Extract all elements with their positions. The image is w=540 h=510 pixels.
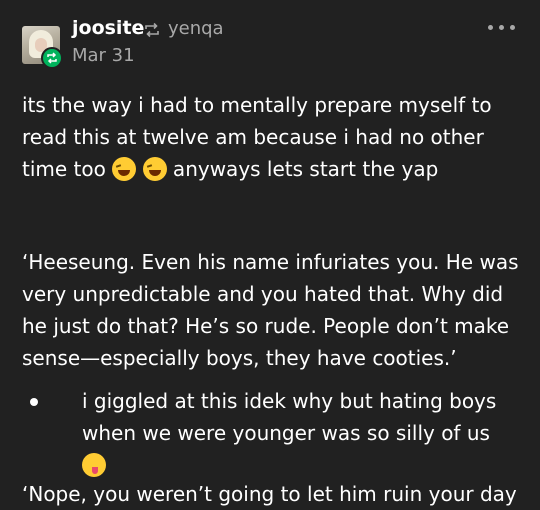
bullet-text-content: i giggled at this idek why but hating bo… (82, 389, 497, 445)
bullet-text: i giggled at this idek why but hating bo… (82, 385, 512, 481)
more-dot (488, 25, 493, 30)
reblog-badge-glyph (47, 52, 57, 64)
more-options-icon[interactable] (488, 25, 518, 33)
winking-face-with-tongue-icon (82, 453, 106, 477)
paragraph-1-text-b: anyways lets start the yap (166, 157, 439, 181)
post-paragraph-1: its the way i had to mentally prepare my… (22, 89, 520, 185)
reblogged-from-username[interactable]: yenqa (168, 18, 224, 39)
more-dot (510, 25, 515, 30)
post-header: joosite yenqa Mar 31 (22, 17, 522, 71)
reblog-icon (145, 22, 159, 38)
reblog-badge-icon (41, 47, 63, 69)
post-paragraph-2: ‘Heeseung. Even his name infuriates you.… (22, 250, 519, 370)
more-dot (499, 25, 504, 30)
bullet-dot-icon (30, 398, 38, 406)
post: joosite yenqa Mar 31 its the way i had t… (0, 0, 540, 506)
post-date[interactable]: Mar 31 (72, 45, 135, 66)
face-with-tears-of-joy-icon (112, 157, 137, 181)
face-with-tears-of-joy-icon (142, 157, 167, 181)
post-paragraph-3-partial: ‘Nope, you weren’t going to let him ruin… (22, 482, 520, 506)
author-username[interactable]: joosite (72, 17, 144, 39)
